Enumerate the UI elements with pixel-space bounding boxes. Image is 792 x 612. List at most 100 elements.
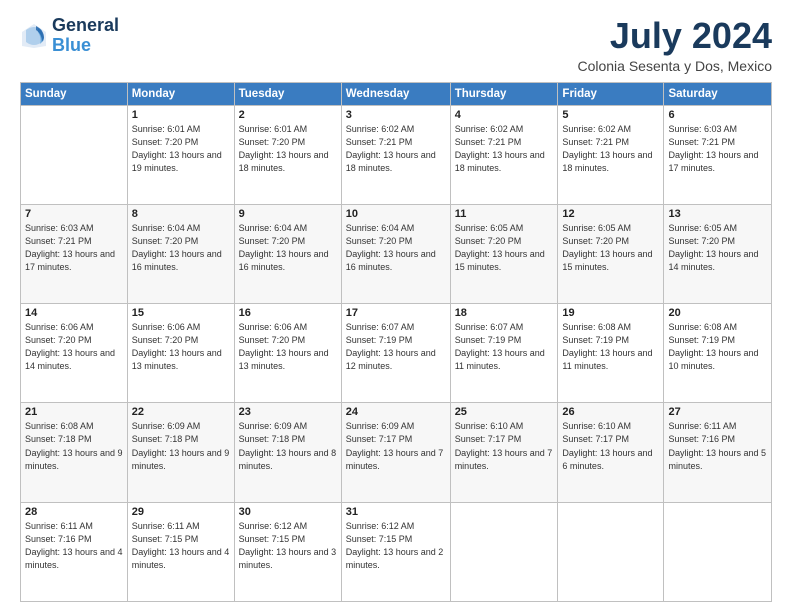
day-info: Sunrise: 6:09 AMSunset: 7:18 PMDaylight:… (239, 420, 337, 472)
sunrise-text: Sunrise: 6:04 AM (132, 223, 201, 233)
day-number: 2 (239, 109, 337, 121)
day-info: Sunrise: 6:02 AMSunset: 7:21 PMDaylight:… (455, 123, 554, 175)
sunset-text: Sunset: 7:18 PM (132, 434, 199, 444)
day-number: 17 (346, 307, 446, 319)
calendar-week-4: 21Sunrise: 6:08 AMSunset: 7:18 PMDayligh… (21, 403, 772, 502)
table-row: 28Sunrise: 6:11 AMSunset: 7:16 PMDayligh… (21, 502, 128, 601)
day-info: Sunrise: 6:06 AMSunset: 7:20 PMDaylight:… (239, 321, 337, 373)
sunset-text: Sunset: 7:20 PM (132, 137, 199, 147)
sunrise-text: Sunrise: 6:04 AM (346, 223, 415, 233)
table-row: 4 Sunrise: 6:02 AMSunset: 7:21 PMDaylight… (450, 105, 558, 204)
table-row: 27Sunrise: 6:11 AMSunset: 7:16 PMDayligh… (664, 403, 772, 502)
sunset-text: Sunset: 7:19 PM (455, 335, 522, 345)
sunrise-text: Sunrise: 6:05 AM (668, 223, 737, 233)
day-number: 27 (668, 406, 767, 418)
day-info: Sunrise: 6:10 AMSunset: 7:17 PMDaylight:… (455, 420, 554, 472)
calendar-week-2: 7Sunrise: 6:03 AMSunset: 7:21 PMDaylight… (21, 204, 772, 303)
sunset-text: Sunset: 7:21 PM (346, 137, 413, 147)
table-row: 26Sunrise: 6:10 AMSunset: 7:17 PMDayligh… (558, 403, 664, 502)
calendar-week-1: 1Sunrise: 6:01 AMSunset: 7:20 PMDaylight… (21, 105, 772, 204)
table-row: 15Sunrise: 6:06 AMSunset: 7:20 PMDayligh… (127, 304, 234, 403)
table-row: 21Sunrise: 6:08 AMSunset: 7:18 PMDayligh… (21, 403, 128, 502)
daylight-text: Daylight: 13 hours and 17 minutes. (668, 150, 758, 173)
logo-line1: General (52, 16, 119, 36)
sunset-text: Sunset: 7:17 PM (455, 434, 522, 444)
daylight-text: Daylight: 13 hours and 13 minutes. (239, 348, 329, 371)
sunrise-text: Sunrise: 6:10 AM (562, 421, 631, 431)
day-number: 4 (455, 109, 554, 121)
day-number: 19 (562, 307, 659, 319)
sunset-text: Sunset: 7:16 PM (25, 534, 92, 544)
day-number: 26 (562, 406, 659, 418)
day-number: 23 (239, 406, 337, 418)
sunset-text: Sunset: 7:19 PM (668, 335, 735, 345)
day-number: 12 (562, 208, 659, 220)
sunrise-text: Sunrise: 6:07 AM (455, 322, 524, 332)
calendar-header-row: Sunday Monday Tuesday Wednesday Thursday… (21, 82, 772, 105)
title-block: July 2024 Colonia Sesenta y Dos, Mexico (577, 16, 772, 74)
daylight-text: Daylight: 13 hours and 18 minutes. (346, 150, 436, 173)
table-row: 3Sunrise: 6:02 AMSunset: 7:21 PMDaylight… (341, 105, 450, 204)
day-info: Sunrise: 6:07 AMSunset: 7:19 PMDaylight:… (346, 321, 446, 373)
daylight-text: Daylight: 13 hours and 5 minutes. (668, 448, 766, 471)
sunrise-text: Sunrise: 6:03 AM (668, 124, 737, 134)
day-info: Sunrise: 6:06 AMSunset: 7:20 PMDaylight:… (132, 321, 230, 373)
sunrise-text: Sunrise: 6:09 AM (132, 421, 201, 431)
sunrise-text: Sunrise: 6:05 AM (562, 223, 631, 233)
table-row: 14Sunrise: 6:06 AMSunset: 7:20 PMDayligh… (21, 304, 128, 403)
daylight-text: Daylight: 13 hours and 6 minutes. (562, 448, 652, 471)
day-number: 11 (455, 208, 554, 220)
sunset-text: Sunset: 7:20 PM (455, 236, 522, 246)
sunset-text: Sunset: 7:18 PM (239, 434, 306, 444)
daylight-text: Daylight: 13 hours and 19 minutes. (132, 150, 222, 173)
day-number: 3 (346, 109, 446, 121)
daylight-text: Daylight: 13 hours and 15 minutes. (455, 249, 545, 272)
daylight-text: Daylight: 13 hours and 18 minutes. (239, 150, 329, 173)
sunset-text: Sunset: 7:18 PM (25, 434, 92, 444)
day-info: Sunrise: 6:12 AMSunset: 7:15 PMDaylight:… (239, 520, 337, 572)
col-sunday: Sunday (21, 82, 128, 105)
day-number: 14 (25, 307, 123, 319)
sunrise-text: Sunrise: 6:08 AM (668, 322, 737, 332)
table-row: 30Sunrise: 6:12 AMSunset: 7:15 PMDayligh… (234, 502, 341, 601)
day-info: Sunrise: 6:03 AMSunset: 7:21 PMDaylight:… (25, 222, 123, 274)
col-wednesday: Wednesday (341, 82, 450, 105)
table-row: 19Sunrise: 6:08 AMSunset: 7:19 PMDayligh… (558, 304, 664, 403)
month-title: July 2024 (577, 16, 772, 56)
col-thursday: Thursday (450, 82, 558, 105)
daylight-text: Daylight: 13 hours and 16 minutes. (346, 249, 436, 272)
daylight-text: Daylight: 13 hours and 2 minutes. (346, 547, 444, 570)
day-number: 1 (132, 109, 230, 121)
sunrise-text: Sunrise: 6:04 AM (239, 223, 308, 233)
sunset-text: Sunset: 7:20 PM (239, 236, 306, 246)
table-row: 23 Sunrise: 6:09 AMSunset: 7:18 PMDayligh… (234, 403, 341, 502)
sunrise-text: Sunrise: 6:02 AM (455, 124, 524, 134)
sunrise-text: Sunrise: 6:06 AM (132, 322, 201, 332)
sunrise-text: Sunrise: 6:11 AM (132, 521, 200, 531)
sunrise-text: Sunrise: 6:02 AM (562, 124, 631, 134)
sunset-text: Sunset: 7:20 PM (239, 137, 306, 147)
calendar-week-3: 14Sunrise: 6:06 AMSunset: 7:20 PMDayligh… (21, 304, 772, 403)
table-row: 31Sunrise: 6:12 AMSunset: 7:15 PMDayligh… (341, 502, 450, 601)
table-row (450, 502, 558, 601)
table-row: 13Sunrise: 6:05 AMSunset: 7:20 PMDayligh… (664, 204, 772, 303)
sunset-text: Sunset: 7:20 PM (132, 335, 199, 345)
daylight-text: Daylight: 13 hours and 14 minutes. (25, 348, 115, 371)
table-row: 6Sunrise: 6:03 AMSunset: 7:21 PMDaylight… (664, 105, 772, 204)
day-number: 6 (668, 109, 767, 121)
sunset-text: Sunset: 7:20 PM (25, 335, 92, 345)
sunset-text: Sunset: 7:20 PM (239, 335, 306, 345)
day-info: Sunrise: 6:05 AMSunset: 7:20 PMDaylight:… (455, 222, 554, 274)
day-number: 18 (455, 307, 554, 319)
logo-text: General Blue (52, 16, 119, 56)
day-number: 31 (346, 506, 446, 518)
col-friday: Friday (558, 82, 664, 105)
table-row: 12Sunrise: 6:05 AMSunset: 7:20 PMDayligh… (558, 204, 664, 303)
daylight-text: Daylight: 13 hours and 9 minutes. (25, 448, 123, 471)
day-number: 20 (668, 307, 767, 319)
sunrise-text: Sunrise: 6:08 AM (562, 322, 631, 332)
daylight-text: Daylight: 13 hours and 7 minutes. (455, 448, 553, 471)
sunset-text: Sunset: 7:20 PM (132, 236, 199, 246)
day-info: Sunrise: 6:04 AMSunset: 7:20 PMDaylight:… (346, 222, 446, 274)
table-row: 7Sunrise: 6:03 AMSunset: 7:21 PMDaylight… (21, 204, 128, 303)
